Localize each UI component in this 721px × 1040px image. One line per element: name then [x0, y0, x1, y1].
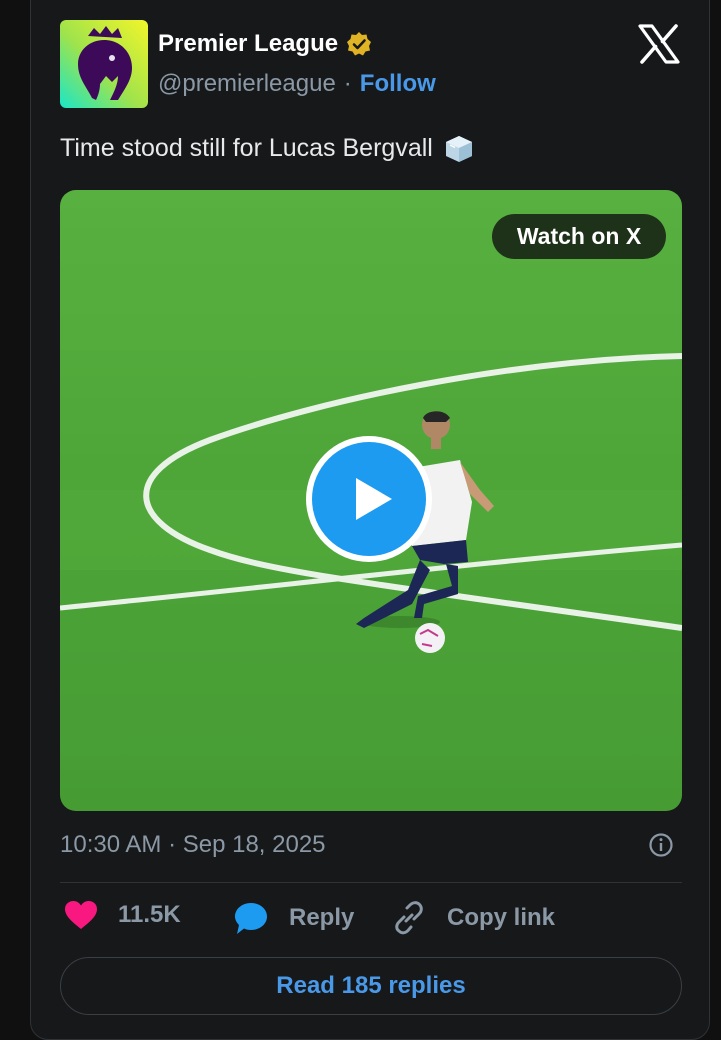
follow-button[interactable]: Follow	[360, 70, 436, 98]
info-icon[interactable]	[648, 832, 674, 858]
handle-row: @premierleague · Follow	[158, 70, 436, 98]
display-name[interactable]: Premier League	[158, 30, 338, 58]
verified-badge-icon	[347, 32, 372, 56]
reply-bubble-icon	[235, 903, 267, 934]
link-icon	[395, 901, 423, 935]
copy-link-button[interactable]: Copy link	[391, 900, 555, 936]
avatar[interactable]	[60, 20, 148, 108]
reply-label: Reply	[289, 904, 355, 931]
tweet-body: Time stood still for Lucas Bergvall	[60, 133, 433, 162]
reply-button[interactable]: Reply	[233, 900, 354, 936]
play-button[interactable]	[306, 436, 432, 562]
tweet-text: Time stood still for Lucas Bergvall	[60, 133, 475, 163]
account-name-row[interactable]: Premier League	[158, 30, 372, 58]
separator-dot: ·	[343, 70, 352, 97]
x-logo-icon[interactable]	[638, 24, 680, 64]
divider	[60, 882, 682, 883]
copy-link-label: Copy link	[447, 904, 556, 931]
heart-icon	[65, 901, 97, 929]
watch-on-x-button[interactable]: Watch on X	[492, 214, 666, 259]
read-replies-button[interactable]: Read 185 replies	[60, 957, 682, 1015]
tweet-timestamp[interactable]: 10:30 AM · Sep 18, 2025	[60, 831, 326, 859]
play-icon	[356, 478, 392, 520]
ice-cube-icon	[445, 136, 472, 162]
like-button[interactable]: 11.5K	[64, 900, 181, 930]
like-count: 11.5K	[118, 901, 181, 928]
handle[interactable]: @premierleague	[158, 70, 336, 98]
